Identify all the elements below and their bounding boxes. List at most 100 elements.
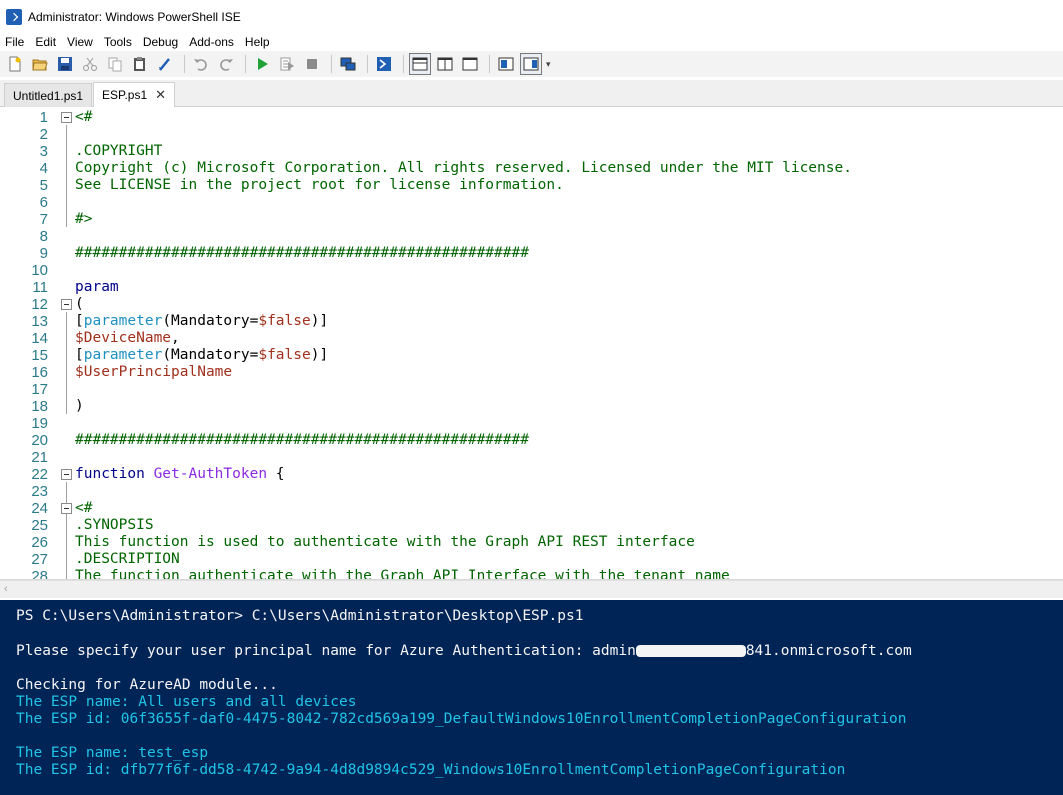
code-token: .DESCRIPTION bbox=[75, 551, 180, 567]
menu-edit[interactable]: Edit bbox=[30, 33, 62, 51]
code-text: Copyright (c) Microsoft Corporation. All… bbox=[75, 160, 852, 177]
line-number: 7 bbox=[39, 211, 48, 228]
console-line: PS C:\Users\Administrator> C:\Users\Admi… bbox=[16, 608, 584, 624]
remote-powershell-icon[interactable] bbox=[337, 53, 359, 75]
code-text: $UserPrincipalName bbox=[75, 364, 232, 381]
script-editor[interactable]: 1 <# 2 3 .COPYRIGHT 4 Copyright (c) Microsoft … bbox=[0, 108, 1063, 580]
collapse-region-icon[interactable] bbox=[61, 469, 72, 480]
code-token: .COPYRIGHT bbox=[75, 143, 163, 159]
clear-console-icon[interactable] bbox=[154, 53, 176, 75]
code-text: $DeviceName, bbox=[75, 330, 180, 347]
save-icon[interactable] bbox=[54, 53, 76, 75]
powershell-icon[interactable] bbox=[373, 53, 395, 75]
toolbar-overflow-icon[interactable]: ▾ bbox=[546, 59, 551, 70]
show-command-addon-icon[interactable] bbox=[495, 53, 517, 75]
line-number: 18 bbox=[31, 398, 48, 415]
line-number: 13 bbox=[31, 313, 48, 330]
code-line: 27 .DESCRIPTION bbox=[0, 551, 1063, 568]
redo-icon[interactable] bbox=[215, 53, 237, 75]
code-text: This function is used to authenticate wi… bbox=[75, 534, 695, 551]
show-script-max-icon[interactable] bbox=[459, 53, 481, 75]
code-text: <# bbox=[75, 109, 92, 126]
line-number: 28 bbox=[31, 568, 48, 580]
editor-horizontal-scrollbar[interactable]: ‹ bbox=[0, 580, 1063, 598]
code-line: 13 [parameter(Mandatory=$false)] bbox=[0, 313, 1063, 330]
open-icon[interactable] bbox=[29, 53, 51, 75]
menu-help[interactable]: Help bbox=[240, 33, 276, 51]
toolbar-separator bbox=[331, 55, 332, 73]
line-number: 19 bbox=[31, 415, 48, 432]
window-title: Administrator: Windows PowerShell ISE bbox=[28, 9, 241, 24]
new-icon[interactable] bbox=[4, 53, 26, 75]
code-line: 24 <# bbox=[0, 500, 1063, 517]
menu-bar: File Edit View Tools Debug Add-ons Help bbox=[0, 33, 1063, 51]
code-text: [parameter(Mandatory=$false)] bbox=[75, 313, 328, 330]
line-number: 15 bbox=[31, 347, 48, 364]
menu-debug[interactable]: Debug bbox=[138, 33, 184, 51]
code-token: (Mandatory= bbox=[162, 347, 259, 363]
code-token: )] bbox=[310, 347, 329, 363]
stop-icon[interactable] bbox=[301, 53, 323, 75]
console-line: Please specify your user principal name … bbox=[16, 643, 912, 660]
code-line: 2 bbox=[0, 126, 1063, 143]
code-text: #> bbox=[75, 211, 92, 228]
title-bar: Administrator: Windows PowerShell ISE bbox=[0, 0, 1063, 33]
run-icon[interactable] bbox=[251, 53, 273, 75]
toolbar-separator bbox=[403, 55, 404, 73]
code-token: .SYNOPSIS bbox=[75, 517, 154, 533]
code-token: )] bbox=[310, 313, 329, 329]
line-number: 14 bbox=[31, 330, 48, 347]
undo-icon[interactable] bbox=[190, 53, 212, 75]
line-number: 24 bbox=[31, 500, 48, 517]
line-number: 8 bbox=[39, 228, 48, 245]
run-selection-icon[interactable] bbox=[276, 53, 298, 75]
close-icon[interactable]: ✕ bbox=[155, 87, 166, 103]
code-token: $false bbox=[258, 347, 311, 363]
console-pane[interactable]: PS C:\Users\Administrator> C:\Users\Admi… bbox=[0, 600, 1063, 795]
code-line: 17 bbox=[0, 381, 1063, 398]
code-text: ########################################… bbox=[75, 245, 529, 262]
show-script-right-icon[interactable] bbox=[434, 53, 456, 75]
tab-label: ESP.ps1 bbox=[102, 88, 148, 102]
tab-untitled1[interactable]: Untitled1.ps1 bbox=[4, 83, 93, 107]
console-line: The ESP id: 06f3655f-daf0-4475-8042-782c… bbox=[16, 711, 907, 727]
code-line: 23 bbox=[0, 483, 1063, 500]
show-script-top-icon[interactable] bbox=[409, 53, 431, 75]
copy-icon[interactable] bbox=[104, 53, 126, 75]
collapse-region-icon[interactable] bbox=[61, 112, 72, 123]
console-text: Please specify your user principal name … bbox=[16, 643, 636, 659]
toolbar: ▾ bbox=[0, 51, 1063, 77]
menu-view[interactable]: View bbox=[62, 33, 99, 51]
tab-label: Untitled1.ps1 bbox=[13, 88, 84, 103]
menu-tools[interactable]: Tools bbox=[99, 33, 138, 51]
code-token: { bbox=[267, 466, 285, 482]
tab-esp[interactable]: ESP.ps1 ✕ bbox=[93, 82, 176, 107]
code-token: <# bbox=[75, 109, 93, 125]
line-number: 9 bbox=[39, 245, 48, 262]
code-line: 11 param bbox=[0, 279, 1063, 296]
line-number: 26 bbox=[31, 534, 48, 551]
collapse-region-icon[interactable] bbox=[61, 299, 72, 310]
code-text: .DESCRIPTION bbox=[75, 551, 180, 568]
code-line: 12 ( bbox=[0, 296, 1063, 313]
collapse-region-icon[interactable] bbox=[61, 503, 72, 514]
code-token: ########################################… bbox=[75, 432, 529, 448]
code-token: param bbox=[75, 279, 119, 295]
code-token: $UserPrincipalName bbox=[75, 364, 233, 380]
code-token: parameter bbox=[83, 313, 163, 329]
line-number: 5 bbox=[39, 177, 48, 194]
menu-file[interactable]: File bbox=[0, 33, 30, 51]
cut-icon[interactable] bbox=[79, 53, 101, 75]
paste-icon[interactable] bbox=[129, 53, 151, 75]
line-number: 20 bbox=[31, 432, 48, 449]
toolbar-separator bbox=[245, 55, 246, 73]
show-script-pane-icon[interactable] bbox=[520, 53, 542, 75]
console-line: The ESP name: test_esp bbox=[16, 745, 209, 761]
menu-add-ons[interactable]: Add-ons bbox=[184, 33, 240, 51]
code-text: <# bbox=[75, 500, 92, 517]
line-number: 27 bbox=[31, 551, 48, 568]
code-token: parameter bbox=[83, 347, 163, 363]
code-line: 28 The function authenticate with the Gra… bbox=[0, 568, 1063, 580]
scroll-left-icon[interactable]: ‹ bbox=[4, 583, 8, 595]
code-token: $false bbox=[258, 313, 311, 329]
